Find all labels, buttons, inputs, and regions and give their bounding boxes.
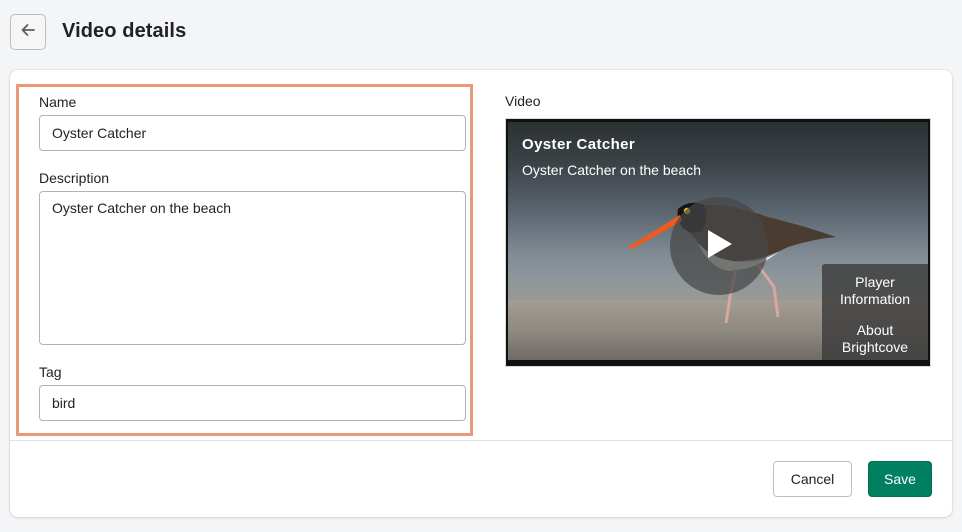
cancel-button[interactable]: Cancel — [773, 461, 852, 497]
video-label: Video — [505, 93, 541, 109]
video-thumbnail: Oyster Catcher Oyster Catcher on the bea… — [508, 122, 928, 360]
description-textarea[interactable]: Oyster Catcher on the beach — [39, 191, 466, 345]
footer-divider — [10, 440, 952, 441]
save-button[interactable]: Save — [868, 461, 932, 497]
name-input[interactable] — [39, 115, 466, 151]
player-information-menu-item[interactable]: Player Information — [822, 274, 928, 308]
description-label: Description — [39, 170, 110, 186]
page-title: Video details — [62, 20, 187, 42]
arrow-left-icon — [20, 22, 36, 43]
about-brightcove-menu-item[interactable]: About Brightcove — [822, 322, 928, 356]
player-context-menu: Player Information About Brightcove — [822, 264, 928, 360]
video-overlay-description: Oyster Catcher on the beach — [522, 162, 701, 178]
play-button[interactable] — [670, 197, 768, 295]
play-icon — [704, 228, 734, 265]
form-highlight-box: Name Description Oyster Catcher on the b… — [16, 84, 473, 436]
video-overlay-title: Oyster Catcher — [522, 136, 636, 153]
video-player[interactable]: Oyster Catcher Oyster Catcher on the bea… — [505, 118, 931, 367]
video-details-card: Name Description Oyster Catcher on the b… — [10, 70, 952, 517]
back-button[interactable] — [10, 14, 46, 50]
tag-input[interactable] — [39, 385, 466, 421]
tag-label: Tag — [39, 364, 62, 380]
name-label: Name — [39, 94, 77, 110]
